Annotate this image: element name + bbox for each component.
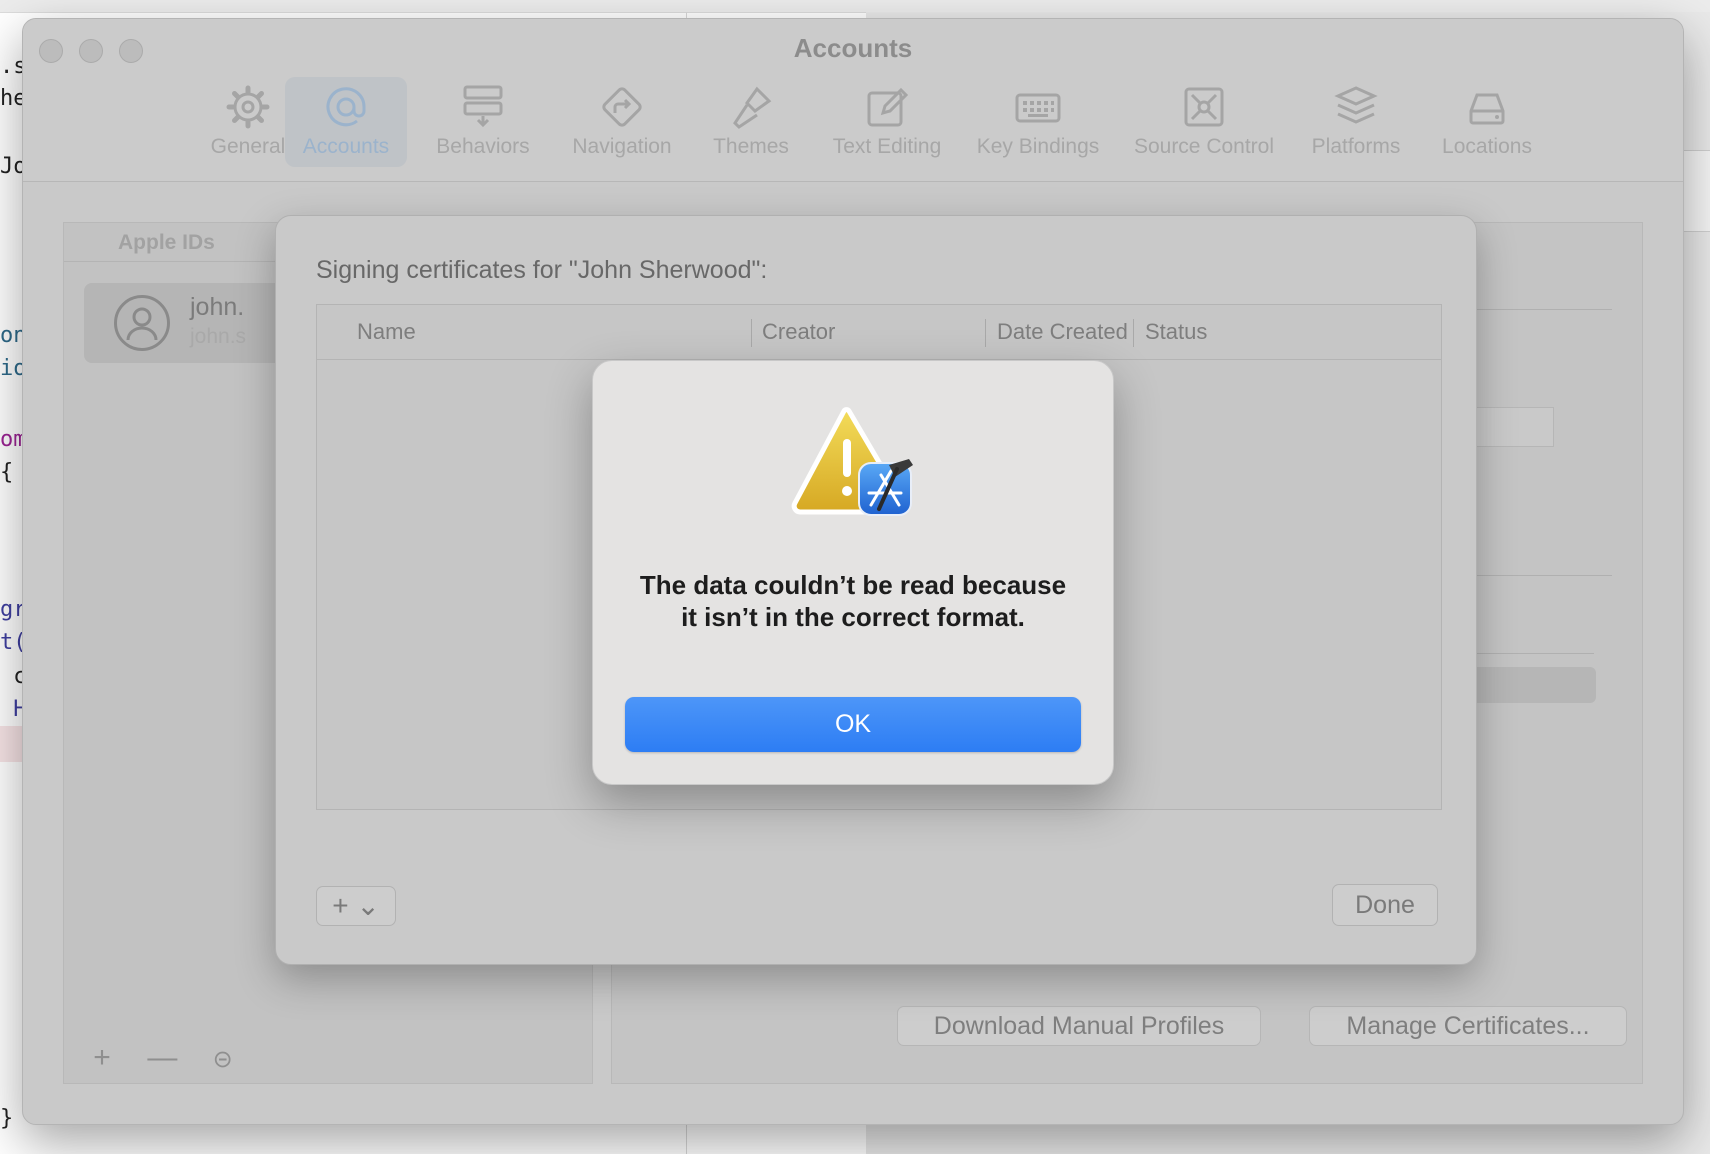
window-title: Accounts xyxy=(793,33,913,63)
column-separator xyxy=(985,319,986,347)
tab-accounts[interactable]: Accounts xyxy=(285,77,407,167)
code-line: { xyxy=(0,460,14,485)
layers-icon xyxy=(1334,86,1378,124)
navigation-arrow-icon xyxy=(602,87,642,127)
behaviors-icon xyxy=(463,85,503,128)
alert-message: The data couldn’t be read because it isn… xyxy=(639,570,1067,632)
tab-label: Accounts xyxy=(302,135,390,158)
add-certificate-menu-button[interactable]: + ⌄ xyxy=(316,886,396,926)
tab-key-bindings[interactable]: Key Bindings xyxy=(963,77,1113,167)
account-name: john. xyxy=(190,293,245,321)
tab-text-editing[interactable]: Text Editing xyxy=(809,77,965,167)
column-separator xyxy=(751,319,752,347)
pencil-square-icon xyxy=(867,87,909,127)
account-list-controls: + — ⊝ xyxy=(76,1041,249,1075)
brush-icon xyxy=(733,86,772,129)
account-email: john.s xyxy=(190,325,247,348)
source-control-icon xyxy=(1184,87,1224,127)
background-highlight xyxy=(0,726,24,762)
more-options-button[interactable]: ⊝ xyxy=(197,1045,249,1074)
tab-themes[interactable]: Themes xyxy=(691,77,811,167)
add-account-button[interactable]: + xyxy=(76,1041,128,1075)
keyboard-icon xyxy=(1015,93,1061,123)
sheet-title: Signing certificates for "John Sherwood"… xyxy=(316,256,768,284)
column-separator xyxy=(1133,319,1134,347)
tab-label: Platforms xyxy=(1311,135,1401,158)
tab-label: Navigation xyxy=(572,135,672,158)
tab-platforms[interactable]: Platforms xyxy=(1291,77,1421,167)
tab-label: Text Editing xyxy=(832,135,942,158)
person-icon xyxy=(126,307,158,341)
download-manual-profiles-button[interactable]: Download Manual Profiles xyxy=(897,1006,1261,1046)
tab-label: Behaviors xyxy=(436,135,530,158)
gear-icon xyxy=(226,85,270,129)
at-sign-icon xyxy=(326,87,366,127)
drive-icon xyxy=(1469,93,1505,125)
manage-certificates-button[interactable]: Manage Certificates... xyxy=(1309,1006,1627,1046)
tab-label: Source Control xyxy=(1133,135,1275,158)
tab-label: Themes xyxy=(713,135,789,158)
error-alert: The data couldn’t be read because it isn… xyxy=(592,360,1114,785)
tab-behaviors[interactable]: Behaviors xyxy=(415,77,551,167)
tab-label: Key Bindings xyxy=(976,135,1100,158)
tab-locations[interactable]: Locations xyxy=(1423,77,1551,167)
remove-account-button[interactable]: — xyxy=(136,1041,188,1075)
title-bar: Accounts General Accounts Behaviors Navi… xyxy=(23,19,1683,182)
column-header-name[interactable]: Name xyxy=(357,305,416,359)
preferences-toolbar: General Accounts Behaviors Navigation Th… xyxy=(23,77,1683,177)
column-header-status[interactable]: Status xyxy=(1145,305,1207,359)
column-header-date-created[interactable]: Date Created xyxy=(997,305,1128,359)
warning-xcode-icon xyxy=(791,407,913,516)
done-button[interactable]: Done xyxy=(1332,884,1438,926)
ok-button[interactable]: OK xyxy=(625,697,1081,752)
column-header-creator[interactable]: Creator xyxy=(762,305,835,359)
tab-source-control[interactable]: Source Control xyxy=(1119,77,1289,167)
code-line: } xyxy=(0,1106,14,1131)
tab-navigation[interactable]: Navigation xyxy=(549,77,695,167)
tab-label: Locations xyxy=(1442,135,1532,158)
apple-ids-title: Apple IDs xyxy=(118,231,215,254)
avatar xyxy=(114,295,170,351)
